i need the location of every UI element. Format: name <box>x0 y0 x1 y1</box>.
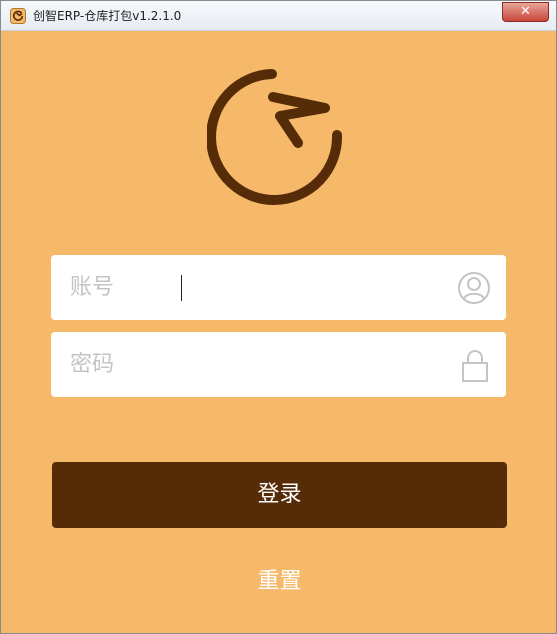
user-icon <box>458 272 490 304</box>
account-placeholder: 账号 <box>70 275 115 300</box>
text-caret <box>181 275 182 301</box>
password-placeholder: 密码 <box>70 352 115 377</box>
reset-button[interactable]: 重置 <box>1 563 557 595</box>
window-title: 创智ERP-仓库打包v1.2.1.0 <box>33 9 182 23</box>
close-button[interactable]: ✕ <box>502 2 549 22</box>
app-logo-icon <box>10 8 26 24</box>
login-window: 创智ERP-仓库打包v1.2.1.0 ✕ 账号 密码 登录 重置 <box>0 0 557 634</box>
clock-arrow-logo-icon <box>207 69 343 205</box>
account-field[interactable]: 账号 <box>51 255 506 320</box>
login-button[interactable]: 登录 <box>52 462 507 528</box>
lock-icon <box>462 350 488 382</box>
password-field[interactable]: 密码 <box>51 332 506 397</box>
title-bar[interactable]: 创智ERP-仓库打包v1.2.1.0 ✕ <box>1 1 556 31</box>
